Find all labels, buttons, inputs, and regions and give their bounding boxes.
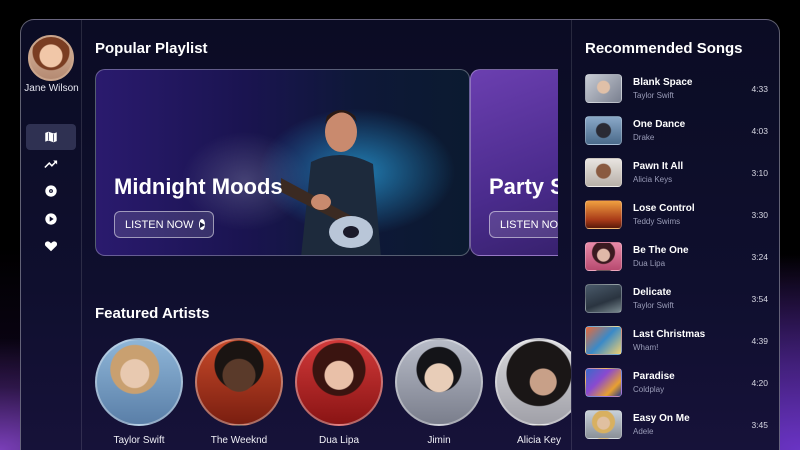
- artist-name: The Weeknd: [210, 435, 268, 446]
- recommended-songs-title: Recommended Songs: [585, 40, 743, 57]
- song-title: Easy On Me: [633, 413, 690, 424]
- song-title: Be The One: [633, 245, 689, 256]
- song-thumbnail: [585, 158, 622, 187]
- artist-name: Alicia Key: [517, 435, 561, 446]
- song-duration: 4:20: [751, 378, 768, 388]
- song-duration: 4:39: [751, 336, 768, 346]
- artist-photo: [495, 338, 571, 426]
- main-content: Popular Playlist Midnight Moods LISTEN N…: [82, 20, 571, 450]
- song-item[interactable]: One Dance Drake 4:03: [585, 116, 770, 146]
- song-item[interactable]: Blank Space Taylor Swift 4:33: [585, 74, 770, 104]
- song-title: Delicate: [633, 287, 672, 298]
- song-artist: Wham!: [633, 343, 659, 352]
- artist-photo: [295, 338, 383, 426]
- song-artist: Taylor Swift: [633, 91, 674, 100]
- listen-now-label: LISTEN NOW: [125, 218, 194, 231]
- song-duration: 4:03: [751, 126, 768, 136]
- recommended-panel: Recommended Songs Blank Space Taylor Swi…: [571, 20, 779, 450]
- playlist-title: Party S: [489, 174, 558, 199]
- app-window: Jane Wilson Popular Playlist Midnight Mo…: [20, 19, 780, 450]
- playlist-carousel[interactable]: Midnight Moods LISTEN NOW Party S LISTEN…: [95, 69, 558, 257]
- song-thumbnail: [585, 116, 622, 145]
- song-duration: 3:54: [751, 294, 768, 304]
- song-title: Pawn It All: [633, 161, 684, 172]
- listen-now-label: LISTEN NOW: [500, 218, 558, 231]
- featured-artists-title: Featured Artists: [95, 305, 210, 322]
- artist-item[interactable]: Alicia Key: [495, 338, 571, 446]
- song-title: Last Christmas: [633, 329, 706, 340]
- song-artist: Dua Lipa: [633, 259, 666, 268]
- song-item[interactable]: Delicate Taylor Swift 3:54: [585, 284, 770, 314]
- song-thumbnail: [585, 326, 622, 355]
- song-title: One Dance: [633, 119, 686, 130]
- artist-name: Dua Lipa: [318, 435, 360, 446]
- popular-playlist-title: Popular Playlist: [95, 40, 208, 57]
- playlist-card[interactable]: Midnight Moods LISTEN NOW: [95, 69, 470, 256]
- sidebar: Jane Wilson: [21, 20, 82, 450]
- nav-item-map[interactable]: [26, 124, 76, 150]
- song-title: Paradise: [633, 371, 675, 382]
- song-thumbnail: [585, 242, 622, 271]
- artist-item[interactable]: Dua Lipa: [295, 338, 383, 446]
- listen-now-button[interactable]: LISTEN NOW: [489, 211, 558, 238]
- artist-item[interactable]: Jimin: [395, 338, 483, 446]
- song-item[interactable]: Be The One Dua Lipa 3:24: [585, 242, 770, 272]
- heart-icon: [44, 241, 58, 252]
- nav-item-albums[interactable]: [26, 178, 76, 204]
- song-item[interactable]: Last Christmas Wham! 4:39: [585, 326, 770, 356]
- song-duration: 3:45: [751, 420, 768, 430]
- playlist-cover-art: [281, 110, 381, 255]
- song-thumbnail: [585, 410, 622, 439]
- artist-item[interactable]: The Weeknd: [195, 338, 283, 446]
- song-duration: 4:33: [751, 84, 768, 94]
- song-title: Lose Control: [633, 203, 695, 214]
- song-thumbnail: [585, 200, 622, 229]
- artist-item[interactable]: Taylor Swift: [95, 338, 183, 446]
- song-artist: Drake: [633, 133, 655, 142]
- song-artist: Taylor Swift: [633, 301, 674, 310]
- song-item[interactable]: Pawn It All Alicia Keys 3:10: [585, 158, 770, 188]
- song-artist: Teddy Swims: [633, 217, 681, 226]
- nav-item-favorites[interactable]: [26, 233, 76, 259]
- song-duration: 3:24: [751, 252, 768, 262]
- artist-list: Taylor Swift The Weeknd Dua Lipa Jimin A…: [95, 338, 571, 450]
- map-icon: [44, 130, 58, 144]
- artist-photo: [395, 338, 483, 426]
- song-thumbnail: [585, 284, 622, 313]
- artist-photo: [95, 338, 183, 426]
- song-thumbnail: [585, 368, 622, 397]
- song-artist: Adele: [633, 427, 654, 436]
- song-artist: Alicia Keys: [633, 175, 673, 184]
- song-duration: 3:10: [751, 168, 768, 178]
- playlist-card[interactable]: Party S LISTEN NOW: [470, 69, 558, 256]
- song-artist: Coldplay: [633, 385, 665, 394]
- nav-item-play[interactable]: [26, 206, 76, 232]
- avatar[interactable]: [28, 35, 74, 81]
- nav-item-trending[interactable]: [26, 151, 76, 177]
- listen-now-button[interactable]: LISTEN NOW: [114, 211, 214, 238]
- artist-photo: [195, 338, 283, 426]
- disc-icon: [45, 185, 57, 197]
- song-title: Blank Space: [633, 77, 693, 88]
- play-circle-icon: [199, 219, 206, 230]
- artist-name: Taylor Swift: [113, 435, 165, 446]
- play-icon: [45, 213, 57, 225]
- playlist-title: Midnight Moods: [114, 174, 283, 199]
- user-name: Jane Wilson: [24, 83, 79, 94]
- song-item[interactable]: Lose Control Teddy Swims 3:30: [585, 200, 770, 230]
- song-duration: 3:30: [751, 210, 768, 220]
- song-item[interactable]: Paradise Coldplay 4:20: [585, 368, 770, 398]
- artist-name: Jimin: [427, 435, 451, 446]
- song-item[interactable]: Easy On Me Adele 3:45: [585, 410, 770, 440]
- song-thumbnail: [585, 74, 622, 103]
- trending-icon: [44, 160, 58, 169]
